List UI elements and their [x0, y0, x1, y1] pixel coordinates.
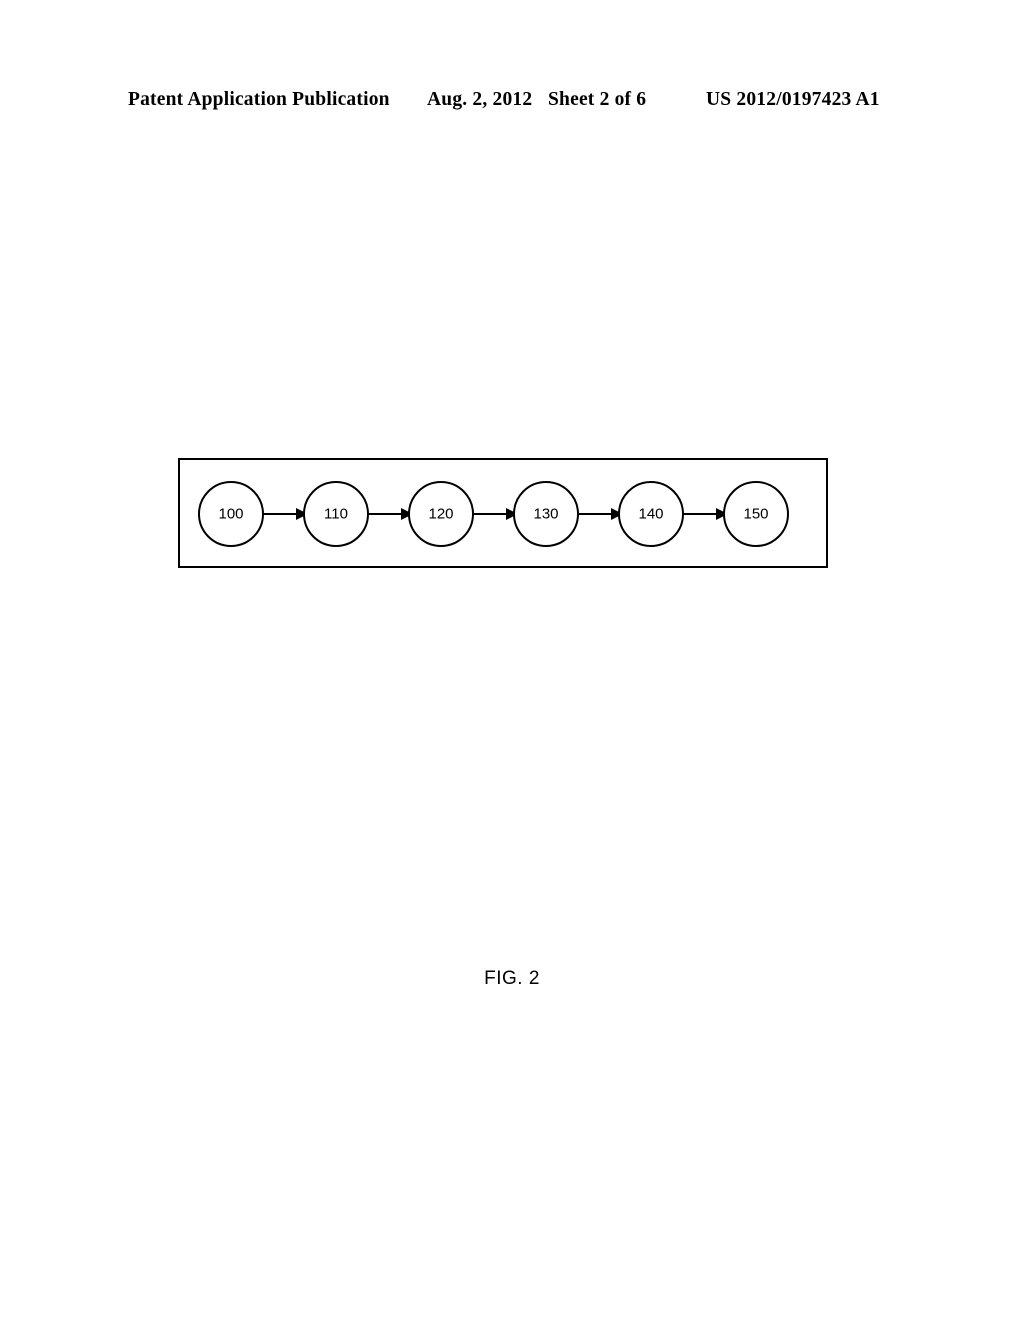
flow-node-label: 140	[638, 506, 663, 523]
figure-caption: FIG. 2	[484, 968, 540, 989]
flow-node-150: 150	[723, 481, 789, 547]
figure-2-area: 100 110 120 130 140 150 FIG. 2	[0, 0, 1024, 1320]
flow-node-110: 110	[303, 481, 369, 547]
connector-120-to-130	[473, 508, 518, 520]
connector-130-to-140	[578, 508, 623, 520]
flow-node-label: 110	[324, 506, 348, 523]
flow-node-120: 120	[408, 481, 474, 547]
flow-diagram-svg: 100 110 120 130 140 150	[198, 481, 789, 547]
flow-node-100: 100	[198, 481, 264, 547]
flow-node-label: 100	[218, 506, 243, 523]
connector-110-to-120	[368, 508, 413, 520]
flow-node-label: 130	[533, 506, 558, 523]
flow-node-label: 150	[743, 506, 768, 523]
flow-node-label: 120	[428, 506, 453, 523]
flow-node-140: 140	[618, 481, 684, 547]
connector-100-to-110	[263, 508, 308, 520]
connector-140-to-150	[683, 508, 728, 520]
flow-node-130: 130	[513, 481, 579, 547]
